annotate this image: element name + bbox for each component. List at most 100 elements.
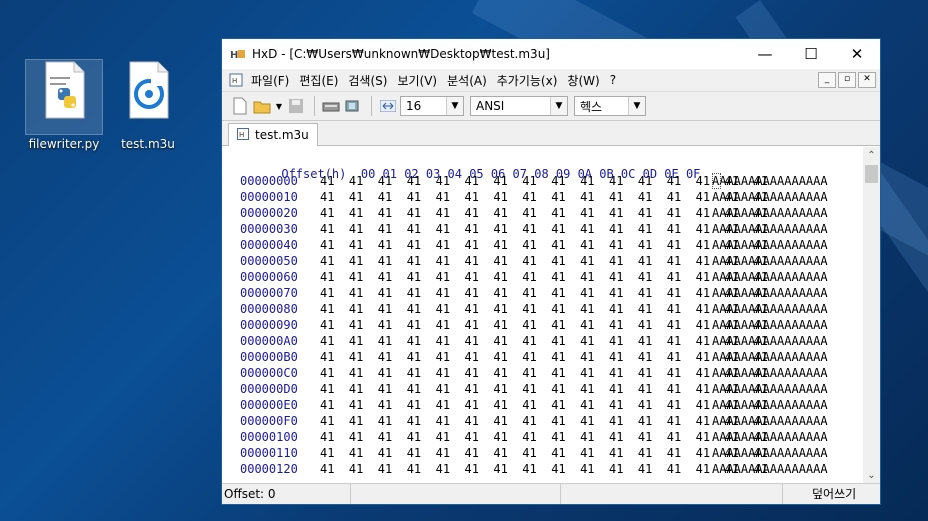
row-ascii-text[interactable]: AAAAAAAAAAAAAAAA <box>712 285 828 301</box>
svg-text:H: H <box>230 50 238 61</box>
row-offset: 000000D0 <box>240 382 298 396</box>
row-hex-bytes[interactable]: 41 41 41 41 41 41 41 41 41 41 41 41 41 4… <box>320 381 768 397</box>
menu-file[interactable]: 파일(F) <box>246 72 294 89</box>
ascii-caret <box>712 173 721 189</box>
maximize-button[interactable]: ☐ <box>788 39 834 69</box>
desktop-icon-label: filewriter.py <box>28 137 100 151</box>
mdi-close-button[interactable]: ✕ <box>858 72 876 88</box>
new-file-icon[interactable] <box>230 96 250 116</box>
menu-search[interactable]: 검색(S) <box>343 72 392 89</box>
row-offset: 00000060 <box>240 270 298 284</box>
row-ascii-text[interactable]: AAAAAAAAAAAAAAAA <box>712 173 828 189</box>
chevron-down-icon: ▼ <box>446 97 463 115</box>
toolbar: ▼ 16 ▼ ANSI ▼ 헥스 ▼ <box>222 92 880 121</box>
row-ascii-text[interactable]: AAAAAAAAAAAAAAAA <box>712 253 828 269</box>
row-ascii-text[interactable]: AAAAAAAAAAAAAAAA <box>712 413 828 429</box>
document-icon[interactable]: H <box>228 72 244 88</box>
row-ascii-text[interactable]: AAAAAAAAAAAAAAAA <box>712 237 828 253</box>
row-hex-bytes[interactable]: 41 41 41 41 41 41 41 41 41 41 41 41 41 4… <box>320 333 768 349</box>
svg-text:H: H <box>232 77 237 85</box>
tab-label: test.m3u <box>255 128 309 142</box>
row-offset: 00000040 <box>240 238 298 252</box>
scroll-down-arrow-icon[interactable]: ⌄ <box>863 467 880 484</box>
row-ascii-text[interactable]: AAAAAAAAAAAAAAAA <box>712 445 828 461</box>
open-dropdown-arrow-icon[interactable]: ▼ <box>274 96 284 116</box>
row-hex-bytes[interactable]: 41 41 41 41 41 41 41 41 41 41 41 41 41 4… <box>320 365 768 381</box>
row-hex-bytes[interactable]: 41 41 41 41 41 41 41 41 41 41 41 41 41 4… <box>320 285 768 301</box>
menu-extras[interactable]: 추가기능(x) <box>492 72 563 89</box>
row-hex-bytes[interactable]: 41 41 41 41 41 41 41 41 41 41 41 41 41 4… <box>320 461 768 477</box>
menu-view[interactable]: 보기(V) <box>392 72 442 89</box>
row-offset: 00000070 <box>240 286 298 300</box>
row-ascii-text[interactable]: AAAAAAAAAAAAAAAA <box>712 317 828 333</box>
row-hex-bytes[interactable]: 41 41 41 41 41 41 41 41 41 41 41 41 41 4… <box>320 397 768 413</box>
display-mode-value: 헥스 <box>580 99 603 114</box>
row-offset: 000000C0 <box>240 366 298 380</box>
row-offset: 00000020 <box>240 206 298 220</box>
ram-icon[interactable] <box>343 96 363 116</box>
hxd-icon: H <box>230 46 246 62</box>
open-folder-icon[interactable] <box>252 96 272 116</box>
row-ascii-text[interactable]: AAAAAAAAAAAAAAAA <box>712 221 828 237</box>
row-ascii-text[interactable]: AAAAAAAAAAAAAAAA <box>712 269 828 285</box>
status-bar: Offset: 0 덮어쓰기 <box>222 483 880 504</box>
row-hex-bytes[interactable]: 41 41 41 41 41 41 41 41 41 41 41 41 41 4… <box>320 205 768 221</box>
close-button[interactable]: ✕ <box>834 39 880 69</box>
minimize-button[interactable]: — <box>742 39 788 69</box>
hex-editor[interactable]: Offset(h) 00 01 02 03 04 05 06 07 08 09 … <box>222 147 880 484</box>
row-hex-bytes[interactable]: 41 41 41 41 41 41 41 41 41 41 41 41 41 4… <box>320 349 768 365</box>
row-offset: 00000010 <box>240 190 298 204</box>
row-ascii-text[interactable]: AAAAAAAAAAAAAAAA <box>712 397 828 413</box>
row-offset: 00000030 <box>240 222 298 236</box>
row-ascii-text[interactable]: AAAAAAAAAAAAAAAA <box>712 205 828 221</box>
row-offset: 00000050 <box>240 254 298 268</box>
mdi-restore-button[interactable]: ▫ <box>838 72 856 88</box>
status-cell-empty <box>352 484 561 504</box>
bytes-per-row-select[interactable]: 16 ▼ <box>400 96 464 116</box>
menu-edit[interactable]: 편집(E) <box>294 72 343 89</box>
row-ascii-text[interactable]: AAAAAAAAAAAAAAAA <box>712 429 828 445</box>
tab-test-m3u[interactable]: H test.m3u <box>228 123 318 146</box>
scroll-thumb[interactable] <box>865 165 878 183</box>
hex-document-icon: H <box>237 127 249 143</box>
row-hex-bytes[interactable]: 41 41 41 41 41 41 41 41 41 41 41 41 41 4… <box>320 253 768 269</box>
row-ascii-text[interactable]: AAAAAAAAAAAAAAAA <box>712 189 828 205</box>
row-offset: 00000100 <box>240 430 298 444</box>
row-ascii-text[interactable]: AAAAAAAAAAAAAAAA <box>712 349 828 365</box>
vertical-scrollbar[interactable]: ⌃ ⌄ <box>863 147 880 484</box>
row-ascii-text[interactable]: AAAAAAAAAAAAAAAA <box>712 461 828 477</box>
row-ascii-text[interactable]: AAAAAAAAAAAAAAAA <box>712 381 828 397</box>
menu-bar: H 파일(F) 편집(E) 검색(S) 보기(V) 분석(A) 추가기능(x) … <box>222 69 880 92</box>
disk-icon[interactable] <box>321 96 341 116</box>
scroll-up-arrow-icon[interactable]: ⌃ <box>863 147 880 164</box>
menu-analysis[interactable]: 분석(A) <box>442 72 492 89</box>
row-hex-bytes[interactable]: 41 41 41 41 41 41 41 41 41 41 41 41 41 4… <box>320 173 768 189</box>
desktop-icon-test-m3u[interactable] <box>110 60 186 134</box>
chevron-down-icon: ▼ <box>628 97 645 115</box>
row-hex-bytes[interactable]: 41 41 41 41 41 41 41 41 41 41 41 41 41 4… <box>320 429 768 445</box>
row-hex-bytes[interactable]: 41 41 41 41 41 41 41 41 41 41 41 41 41 4… <box>320 189 768 205</box>
save-icon[interactable] <box>286 96 306 116</box>
menu-help[interactable]: ? <box>605 73 621 87</box>
display-mode-select[interactable]: 헥스 ▼ <box>574 96 646 116</box>
row-hex-bytes[interactable]: 41 41 41 41 41 41 41 41 41 41 41 41 41 4… <box>320 237 768 253</box>
row-hex-bytes[interactable]: 41 41 41 41 41 41 41 41 41 41 41 41 41 4… <box>320 413 768 429</box>
row-hex-bytes[interactable]: 41 41 41 41 41 41 41 41 41 41 41 41 41 4… <box>320 317 768 333</box>
row-offset: 000000F0 <box>240 414 298 428</box>
svg-text:H: H <box>239 131 244 139</box>
row-ascii-text[interactable]: AAAAAAAAAAAAAAAA <box>712 333 828 349</box>
row-ascii-text[interactable]: AAAAAAAAAAAAAAAA <box>712 301 828 317</box>
mdi-minimize-button[interactable]: _ <box>818 72 836 88</box>
title-bar[interactable]: H HxD - [C:₩Users₩unknown₩Desktop₩test.m… <box>222 39 880 69</box>
row-offset: 000000B0 <box>240 350 298 364</box>
row-hex-bytes[interactable]: 41 41 41 41 41 41 41 41 41 41 41 41 41 4… <box>320 445 768 461</box>
row-ascii-text[interactable]: AAAAAAAAAAAAAAAA <box>712 365 828 381</box>
menu-window[interactable]: 창(W) <box>562 72 604 89</box>
charset-value: ANSI <box>476 99 505 113</box>
row-hex-bytes[interactable]: 41 41 41 41 41 41 41 41 41 41 41 41 41 4… <box>320 301 768 317</box>
charset-select[interactable]: ANSI ▼ <box>470 96 568 116</box>
row-hex-bytes[interactable]: 41 41 41 41 41 41 41 41 41 41 41 41 41 4… <box>320 269 768 285</box>
row-offset: 000000E0 <box>240 398 298 412</box>
row-hex-bytes[interactable]: 41 41 41 41 41 41 41 41 41 41 41 41 41 4… <box>320 221 768 237</box>
desktop-icon-filewriter[interactable] <box>25 59 103 135</box>
